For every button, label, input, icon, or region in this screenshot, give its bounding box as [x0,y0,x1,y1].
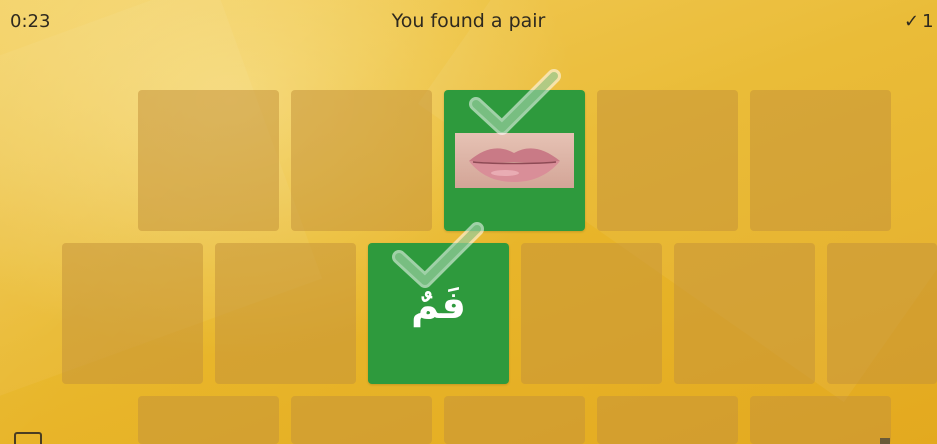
card-hidden[interactable] [827,243,937,384]
card-hidden[interactable] [597,90,738,231]
card-hidden[interactable] [750,90,891,231]
score-value: 1 [922,11,934,32]
top-bar: 0:23 You found a pair ✓ 1 [0,0,937,46]
lips-image [455,133,574,188]
fullscreen-icon[interactable] [14,432,42,444]
game-board: 0:23 You found a pair ✓ 1 فَمٌ [0,0,937,444]
card-hidden[interactable] [291,396,432,444]
check-icon: ✓ [904,11,920,32]
card-hidden[interactable] [521,243,662,384]
status-message: You found a pair [391,10,546,32]
card-hidden[interactable] [750,396,891,444]
card-hidden[interactable] [215,243,356,384]
card-hidden[interactable] [444,396,585,444]
card-matched-image [444,90,585,231]
card-hidden[interactable] [138,90,279,231]
score-counter: ✓ 1 [904,11,934,32]
card-hidden[interactable] [138,396,279,444]
card-hidden[interactable] [62,243,203,384]
card-matched-word: فَمٌ [368,243,509,384]
card-hidden[interactable] [597,396,738,444]
card-hidden[interactable] [674,243,815,384]
corner-indicator [880,438,890,444]
matched-word: فَمٌ [411,283,466,327]
card-hidden[interactable] [291,90,432,231]
